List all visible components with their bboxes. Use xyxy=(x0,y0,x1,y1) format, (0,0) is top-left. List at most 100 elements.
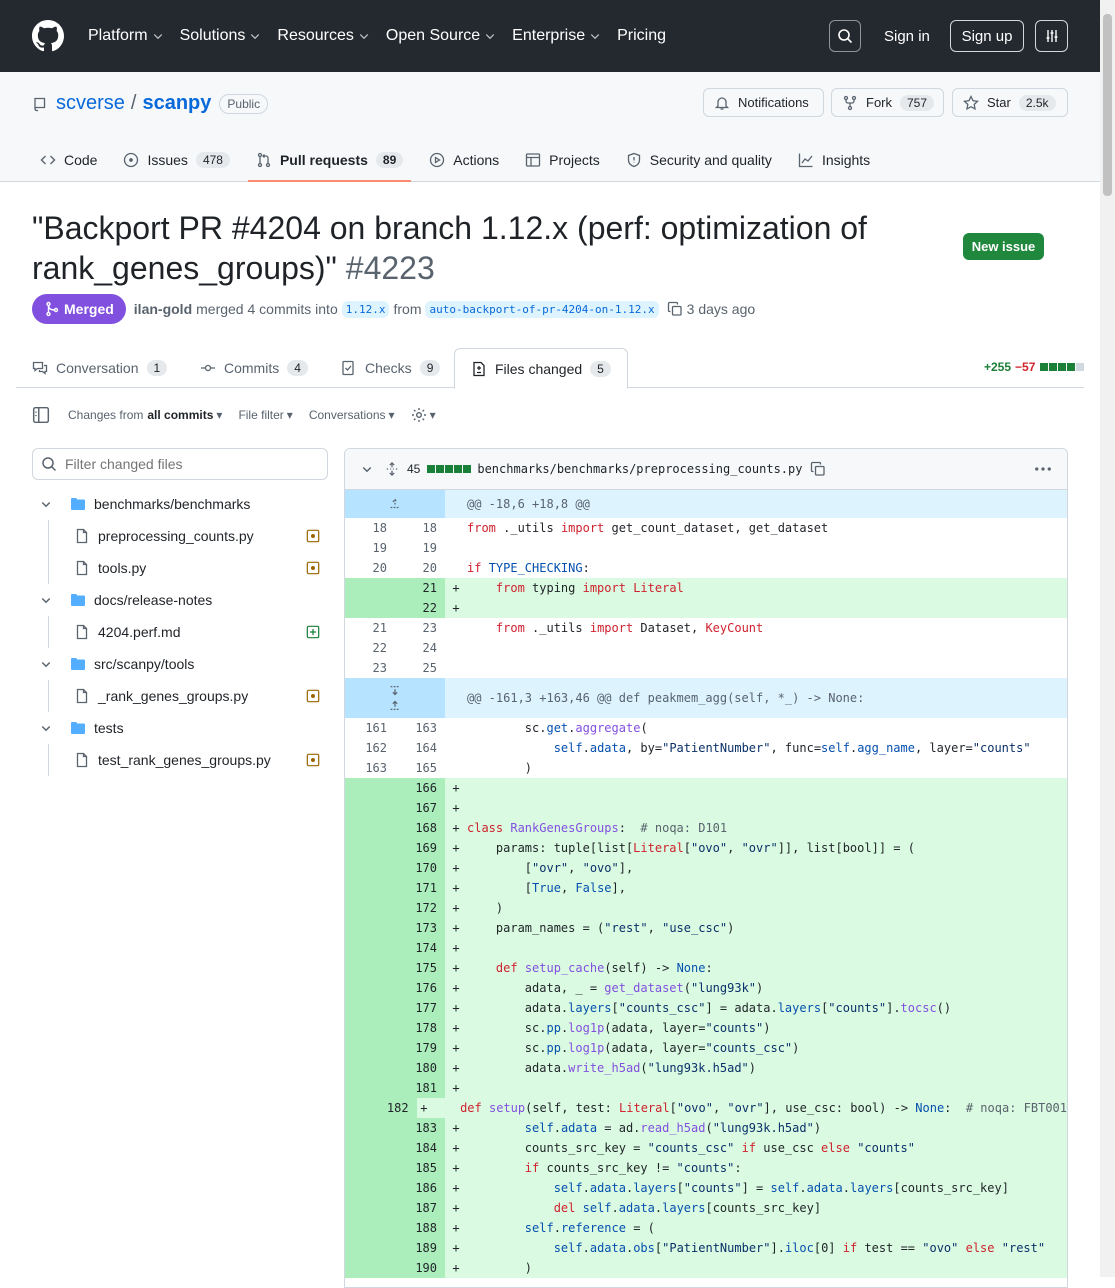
old-line-number[interactable] xyxy=(345,1058,395,1078)
old-line-number[interactable] xyxy=(345,978,395,998)
new-line-number[interactable]: 190 xyxy=(395,1258,445,1278)
nav-item-open-source[interactable]: Open Source xyxy=(386,27,496,45)
old-line-number[interactable] xyxy=(345,1178,395,1198)
toggle-file-tree-button[interactable] xyxy=(32,406,50,424)
old-line-number[interactable] xyxy=(345,1078,395,1098)
expand-lines-button[interactable] xyxy=(345,678,445,718)
tab-conversation[interactable]: Conversation 1 xyxy=(32,348,168,388)
repo-owner-link[interactable]: scverse xyxy=(56,92,125,115)
repo-name-link[interactable]: scanpy xyxy=(142,92,211,115)
new-line-number[interactable]: 165 xyxy=(395,758,445,778)
tab-checks[interactable]: Checks 9 xyxy=(341,348,441,388)
page-scrollbar[interactable] xyxy=(1100,0,1115,1277)
old-line-number[interactable]: 22 xyxy=(345,638,395,658)
old-line-number[interactable]: 20 xyxy=(345,558,395,578)
fork-button[interactable]: Fork 757 xyxy=(831,88,944,117)
new-line-number[interactable]: 188 xyxy=(395,1218,445,1238)
old-line-number[interactable] xyxy=(345,1198,395,1218)
old-line-number[interactable] xyxy=(345,1018,395,1038)
nav-item-pricing[interactable]: Pricing xyxy=(617,27,666,45)
new-line-number[interactable]: 170 xyxy=(395,858,445,878)
filter-files-input[interactable] xyxy=(65,456,305,472)
star-button[interactable]: Star 2.5k xyxy=(952,88,1068,117)
new-line-number[interactable]: 166 xyxy=(395,778,445,798)
old-line-number[interactable]: 163 xyxy=(345,758,395,778)
new-line-number[interactable]: 180 xyxy=(395,1058,445,1078)
tree-folder[interactable]: benchmarks/benchmarks xyxy=(32,488,328,520)
github-logo-icon[interactable] xyxy=(32,20,64,52)
search-button[interactable] xyxy=(829,20,861,52)
conversations-dropdown[interactable]: Conversations ▾ xyxy=(309,408,395,422)
new-line-number[interactable]: 22 xyxy=(395,598,445,618)
old-line-number[interactable] xyxy=(345,1118,395,1138)
nav-item-solutions[interactable]: Solutions xyxy=(180,27,262,45)
file-filter-dropdown[interactable]: File filter ▾ xyxy=(238,408,292,422)
new-line-number[interactable]: 181 xyxy=(395,1078,445,1098)
tab-files-changed[interactable]: Files changed 5 xyxy=(454,348,628,389)
old-line-number[interactable] xyxy=(345,818,395,838)
new-line-number[interactable]: 184 xyxy=(395,1138,445,1158)
chevron-down-icon[interactable] xyxy=(361,463,373,475)
new-line-number[interactable]: 172 xyxy=(395,898,445,918)
old-line-number[interactable] xyxy=(345,1218,395,1238)
old-line-number[interactable]: 19 xyxy=(345,538,395,558)
new-line-number[interactable]: 176 xyxy=(395,978,445,998)
old-line-number[interactable]: 162 xyxy=(345,738,395,758)
old-line-number[interactable] xyxy=(345,798,395,818)
old-line-number[interactable] xyxy=(345,838,395,858)
new-line-number[interactable]: 178 xyxy=(395,1018,445,1038)
new-line-number[interactable]: 177 xyxy=(395,998,445,1018)
new-line-number[interactable]: 163 xyxy=(395,718,445,738)
tree-file[interactable]: 4204.perf.md xyxy=(32,616,328,648)
tree-folder[interactable]: src/scanpy/tools xyxy=(32,648,328,680)
new-line-number[interactable]: 24 xyxy=(395,638,445,658)
tree-folder[interactable]: tests xyxy=(32,712,328,744)
new-line-number[interactable]: 20 xyxy=(395,558,445,578)
new-line-number[interactable]: 169 xyxy=(395,838,445,858)
sign-in-link[interactable]: Sign in xyxy=(884,28,930,45)
new-line-number[interactable]: 25 xyxy=(395,658,445,678)
old-line-number[interactable]: 23 xyxy=(345,658,395,678)
old-line-number[interactable] xyxy=(345,998,395,1018)
nav-item-platform[interactable]: Platform xyxy=(88,27,164,45)
new-line-number[interactable]: 21 xyxy=(395,578,445,598)
new-line-number[interactable]: 171 xyxy=(395,878,445,898)
notifications-button[interactable]: Notifications xyxy=(703,88,824,117)
new-line-number[interactable]: 23 xyxy=(395,618,445,638)
new-line-number[interactable]: 182 xyxy=(380,1098,417,1118)
tree-file[interactable]: _rank_genes_groups.py xyxy=(32,680,328,712)
scrollbar-thumb[interactable] xyxy=(1103,14,1112,196)
old-line-number[interactable] xyxy=(345,918,395,938)
base-branch[interactable]: 1.12.x xyxy=(341,300,390,318)
nav-item-resources[interactable]: Resources xyxy=(277,27,369,45)
old-line-number[interactable] xyxy=(345,578,395,598)
tab-commits[interactable]: Commits 4 xyxy=(200,348,308,388)
new-line-number[interactable]: 173 xyxy=(395,918,445,938)
new-line-number[interactable]: 168 xyxy=(395,818,445,838)
new-line-number[interactable]: 186 xyxy=(395,1178,445,1198)
kebab-horizontal-icon[interactable] xyxy=(1033,459,1053,482)
old-line-number[interactable] xyxy=(345,1238,395,1258)
old-line-number[interactable] xyxy=(345,1038,395,1058)
tab-pull-requests[interactable]: Pull requests 89 xyxy=(247,140,412,182)
old-line-number[interactable] xyxy=(345,1098,381,1118)
old-line-number[interactable]: 21 xyxy=(345,618,395,638)
diff-settings-dropdown[interactable]: ▾ xyxy=(411,407,436,423)
tab-code[interactable]: Code xyxy=(32,140,105,180)
tab-security[interactable]: Security and quality xyxy=(618,140,780,180)
old-line-number[interactable] xyxy=(345,878,395,898)
old-line-number[interactable] xyxy=(345,598,395,618)
old-line-number[interactable] xyxy=(345,898,395,918)
tree-folder[interactable]: docs/release-notes xyxy=(32,584,328,616)
copy-icon[interactable] xyxy=(810,461,826,477)
new-issue-button[interactable]: New issue xyxy=(963,233,1044,260)
expand-lines-button[interactable] xyxy=(345,490,445,518)
new-line-number[interactable]: 183 xyxy=(395,1118,445,1138)
old-line-number[interactable]: 18 xyxy=(345,518,395,538)
new-line-number[interactable]: 187 xyxy=(395,1198,445,1218)
pr-author-link[interactable]: ilan-gold xyxy=(134,301,192,317)
head-branch[interactable]: auto-backport-of-pr-4204-on-1.12.x xyxy=(425,300,659,318)
tab-actions[interactable]: Actions xyxy=(421,140,507,180)
new-line-number[interactable]: 18 xyxy=(395,518,445,538)
old-line-number[interactable] xyxy=(345,1258,395,1278)
